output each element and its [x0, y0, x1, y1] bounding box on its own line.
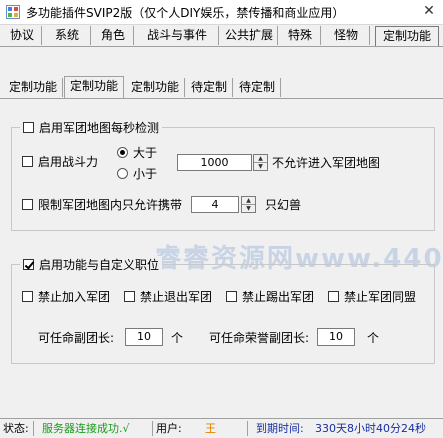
pet-limit-option[interactable]: 限制军团地图内只允许携带 — [22, 196, 182, 213]
tab-custom-features[interactable]: 定制功能 — [375, 26, 439, 47]
spin-down-icon[interactable]: ▼ — [242, 205, 255, 212]
subtab-custom-2[interactable]: 定制功能 — [64, 76, 124, 98]
forbid-quit-option[interactable]: 禁止退出军团 — [124, 288, 212, 305]
greater-than-radio-dot[interactable] — [117, 147, 128, 158]
tab-public-extension[interactable]: 公共扩展 — [221, 26, 278, 45]
main-window: 多功能插件SVIP2版（仅个人DIY娱乐，禁传播和商业应用） ✕ 协议 系统 角… — [0, 0, 443, 438]
subtab-custom-1[interactable]: 定制功能 — [4, 78, 63, 97]
top-tab-bar: 协议 系统 角色 战斗与事件 公共扩展 特殊 怪物 定制功能 — [0, 26, 443, 47]
pet-limit-spinner[interactable]: ▲ ▼ — [241, 196, 256, 213]
pet-limit-suffix: 只幻兽 — [265, 198, 302, 212]
combat-power-input[interactable]: 1000 — [177, 154, 252, 171]
close-button[interactable]: ✕ — [419, 2, 439, 20]
greater-than-radio[interactable]: 大于 — [117, 144, 157, 161]
vice-leader-unit: 个 — [171, 331, 184, 345]
custom-positions-label: 启用功能与自定义职位 — [39, 257, 160, 272]
vice-leader-label: 可任命副团长: — [38, 331, 115, 345]
pet-limit-checkbox[interactable] — [22, 199, 33, 210]
greater-than-label: 大于 — [133, 146, 158, 160]
custom-positions-title[interactable]: 启用功能与自定义职位 — [20, 256, 163, 272]
sub-tab-bar: 定制功能 定制功能 定制功能 待定制 待定制 — [0, 76, 443, 98]
forbid-quit-checkbox[interactable] — [124, 291, 135, 302]
spin-up-icon[interactable]: ▲ — [254, 155, 267, 163]
forbid-quit-label: 禁止退出军团 — [140, 290, 213, 304]
legion-map-check-title[interactable]: 启用军团地图每秒检测 — [20, 119, 163, 135]
forbid-join-checkbox[interactable] — [22, 291, 33, 302]
tab-special[interactable]: 特殊 — [280, 26, 321, 45]
tab-combat-events[interactable]: 战斗与事件 — [136, 26, 219, 45]
forbid-kick-checkbox[interactable] — [226, 291, 237, 302]
tab-protocol[interactable]: 协议 — [3, 26, 42, 45]
honor-vice-leader-label: 可任命荣誉副团长: — [209, 331, 310, 345]
forbid-kick-option[interactable]: 禁止踢出军团 — [226, 288, 314, 305]
user-value: 王 — [205, 422, 216, 435]
legion-map-check-label: 启用军团地图每秒检测 — [39, 120, 160, 135]
app-icon — [6, 5, 20, 19]
combat-power-option[interactable]: 启用战斗力 — [22, 153, 98, 170]
spin-up-icon[interactable]: ▲ — [242, 197, 255, 205]
user-label: 用户: — [156, 422, 182, 435]
status-label: 状态: — [3, 422, 29, 435]
forbid-join-label: 禁止加入军团 — [38, 290, 111, 304]
less-than-radio[interactable]: 小于 — [117, 165, 157, 182]
status-separator — [152, 421, 153, 436]
custom-positions-checkbox[interactable] — [23, 258, 34, 270]
subtab-pending-2[interactable]: 待定制 — [234, 78, 281, 97]
forbid-alliance-option[interactable]: 禁止军团同盟 — [328, 288, 416, 305]
forbid-alliance-label: 禁止军团同盟 — [344, 290, 417, 304]
less-than-radio-dot[interactable] — [117, 168, 128, 179]
legion-map-check-checkbox[interactable] — [23, 121, 34, 133]
pet-limit-label: 限制军团地图内只允许携带 — [38, 198, 183, 212]
status-bar: 状态: 服务器连接成功.√ 用户: 王 到期时间: 330天8小时40分24秒 — [0, 418, 443, 438]
tab-monster[interactable]: 怪物 — [323, 26, 370, 45]
status-separator — [33, 421, 34, 436]
combat-power-checkbox[interactable] — [22, 156, 33, 167]
window-title: 多功能插件SVIP2版（仅个人DIY娱乐，禁传播和商业应用） — [26, 6, 345, 20]
spin-down-icon[interactable]: ▼ — [254, 163, 267, 170]
legion-map-check-group: 启用军团地图每秒检测 — [11, 119, 435, 231]
pet-limit-input[interactable]: 4 — [191, 196, 239, 213]
subtab-custom-3[interactable]: 定制功能 — [126, 78, 185, 97]
honor-vice-leader-unit: 个 — [367, 331, 380, 345]
tab-system[interactable]: 系统 — [44, 26, 91, 45]
subtab-pending-1[interactable]: 待定制 — [186, 78, 233, 97]
status-separator — [247, 421, 248, 436]
title-bar: 多功能插件SVIP2版（仅个人DIY娱乐，禁传播和商业应用） ✕ — [0, 0, 443, 25]
honor-vice-leader-input[interactable]: 10 — [317, 328, 355, 346]
custom-positions-group: 启用功能与自定义职位 — [11, 256, 435, 364]
tab-character[interactable]: 角色 — [93, 26, 134, 45]
combat-power-label: 启用战斗力 — [38, 155, 99, 169]
expire-value: 330天8小时40分24秒 — [315, 422, 426, 435]
combat-power-spinner[interactable]: ▲ ▼ — [253, 154, 268, 171]
forbid-join-option[interactable]: 禁止加入军团 — [22, 288, 110, 305]
less-than-label: 小于 — [133, 167, 158, 181]
forbid-kick-label: 禁止踢出军团 — [242, 290, 315, 304]
expire-label: 到期时间: — [256, 422, 304, 435]
tab-divider — [0, 46, 443, 47]
subtab-divider — [0, 98, 443, 99]
status-value: 服务器连接成功.√ — [42, 422, 130, 435]
vice-leader-input[interactable]: 10 — [125, 328, 163, 346]
forbid-alliance-checkbox[interactable] — [328, 291, 339, 302]
combat-power-suffix: 不允许进入军团地图 — [272, 156, 381, 170]
